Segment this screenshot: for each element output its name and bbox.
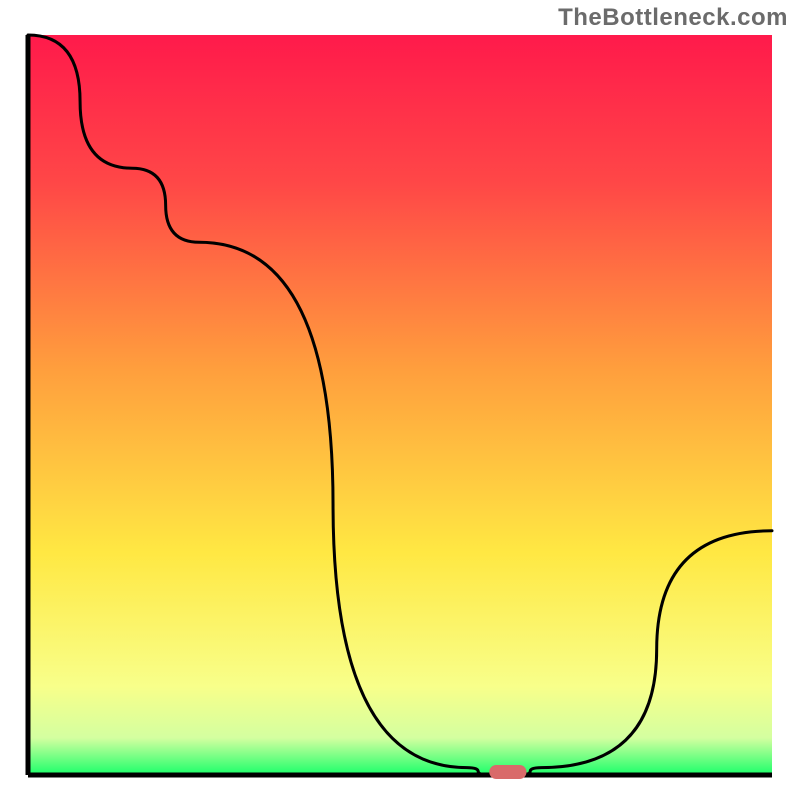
bottleneck-chart [0, 0, 800, 800]
chart-background [28, 35, 772, 775]
chart-container: TheBottleneck.com [0, 0, 800, 800]
optimal-marker [489, 765, 526, 779]
watermark-text: TheBottleneck.com [558, 4, 788, 32]
